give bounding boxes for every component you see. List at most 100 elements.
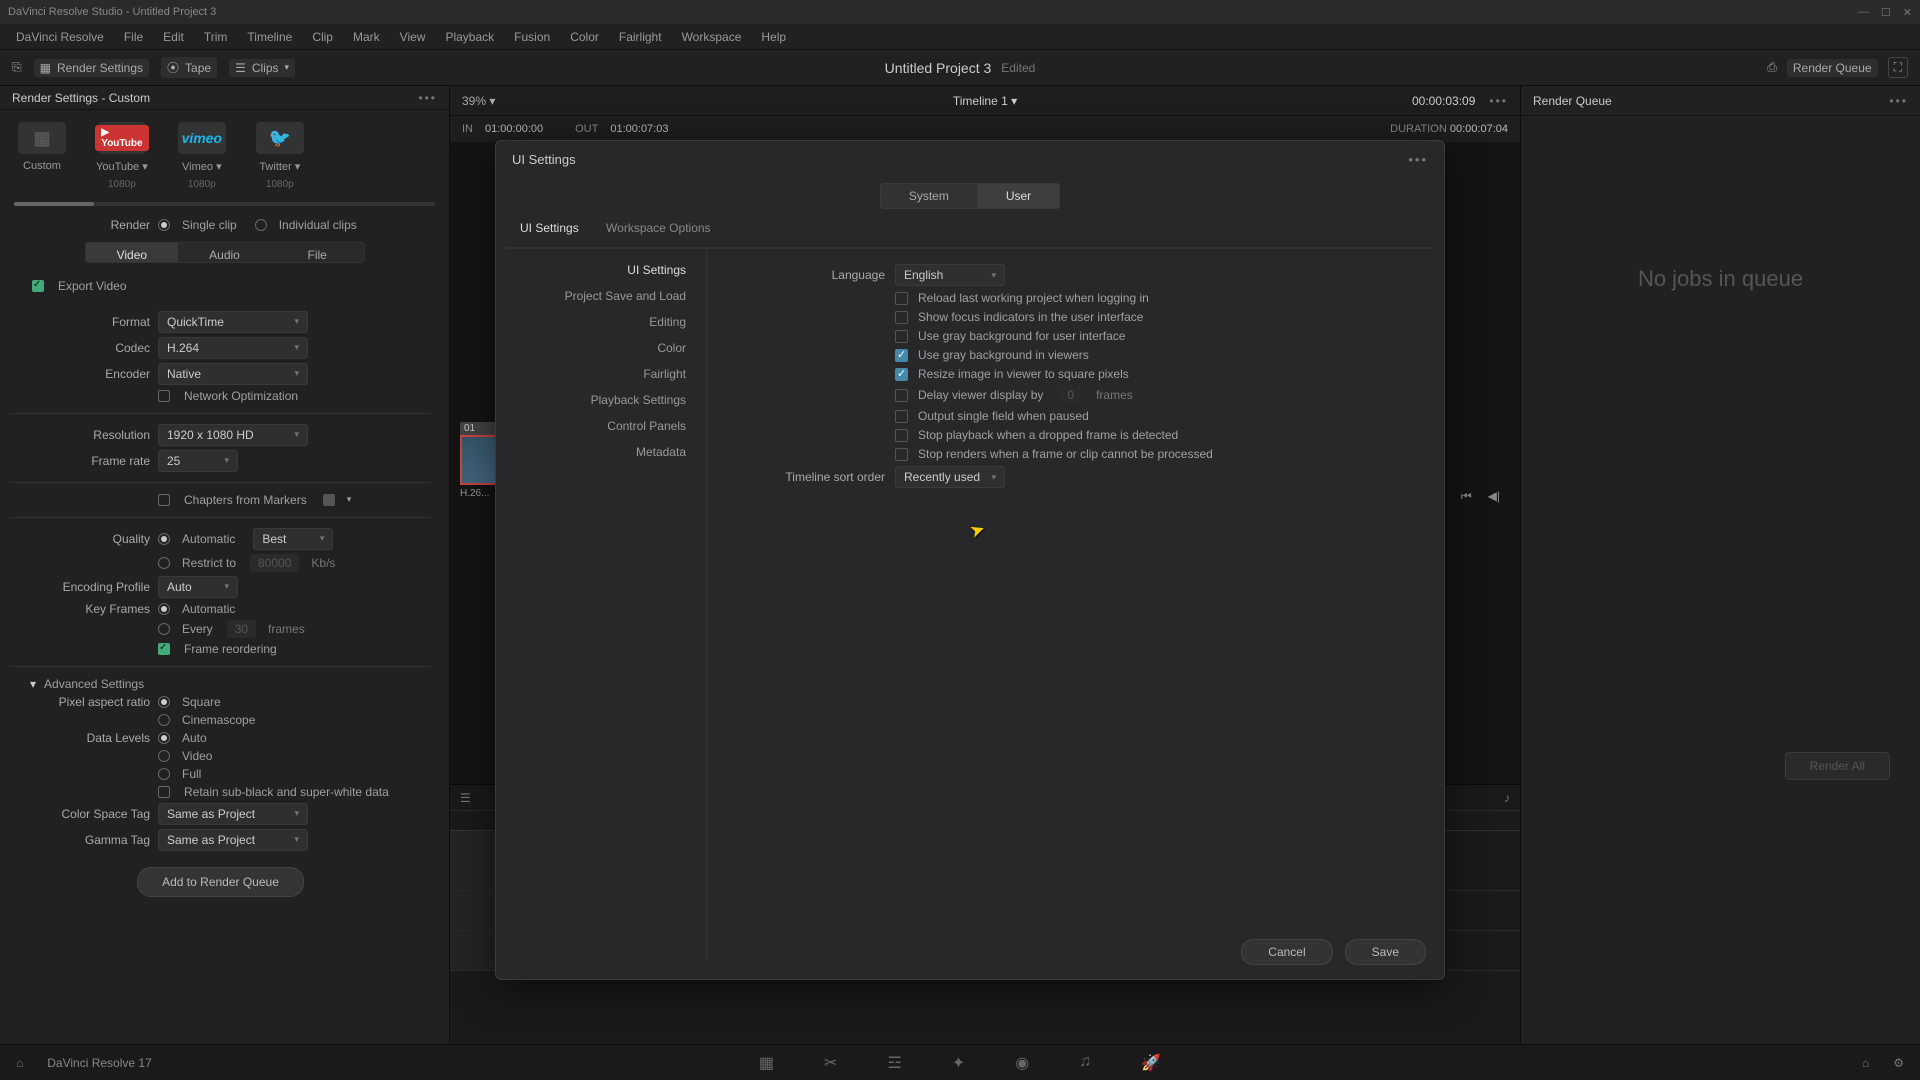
subtab-workspace[interactable]: Workspace Options (606, 219, 711, 243)
page-edit-icon[interactable]: ☲ (887, 1053, 901, 1073)
pref-check-3[interactable] (895, 349, 908, 362)
panel-menu-icon[interactable]: ••• (418, 91, 437, 105)
tab-user[interactable]: User (978, 183, 1060, 209)
tab-video[interactable]: Video (86, 243, 179, 262)
pref-cat-metadata[interactable]: Metadata (518, 439, 694, 465)
pref-check-4[interactable] (895, 368, 908, 381)
prev-clip-icon[interactable]: ⏮ (1461, 489, 1472, 504)
menu-davinci-resolve[interactable]: DaVinci Resolve (8, 28, 112, 46)
page-fairlight-icon[interactable]: ♫ (1079, 1053, 1091, 1073)
menu-playback[interactable]: Playback (437, 28, 502, 46)
preset-twitter[interactable]: 🐦Twitter ▾1080p (256, 122, 304, 190)
dl-auto-radio[interactable] (158, 732, 170, 744)
menu-fairlight[interactable]: Fairlight (611, 28, 670, 46)
pref-check-0[interactable] (895, 292, 908, 305)
par-square-radio[interactable] (158, 696, 170, 708)
pref-check-6[interactable] (895, 410, 908, 423)
home-icon[interactable]: ⌂ (16, 1056, 23, 1070)
subtab-ui-settings[interactable]: UI Settings (520, 219, 579, 243)
quality-auto-radio[interactable] (158, 533, 170, 545)
tab-file[interactable]: File (271, 243, 364, 262)
tab-system[interactable]: System (880, 183, 978, 209)
render-queue-icon[interactable]: ⎙ (1767, 60, 1777, 75)
advanced-toggle[interactable]: Advanced Settings (44, 677, 144, 691)
individual-clips-radio[interactable] (255, 219, 267, 231)
menu-view[interactable]: View (392, 28, 434, 46)
encoder-select[interactable]: Native▾ (158, 363, 308, 385)
menu-clip[interactable]: Clip (304, 28, 341, 46)
retain-check[interactable] (158, 786, 170, 798)
pref-check-2[interactable] (895, 330, 908, 343)
menu-timeline[interactable]: Timeline (239, 28, 300, 46)
dl-video-radio[interactable] (158, 750, 170, 762)
expand-icon[interactable]: ⛶ (1888, 57, 1908, 78)
par-cinema-radio[interactable] (158, 714, 170, 726)
menu-workspace[interactable]: Workspace (674, 28, 750, 46)
pref-cat-fairlight[interactable]: Fairlight (518, 361, 694, 387)
render-all-button[interactable]: Render All (1785, 752, 1890, 780)
timeline-sort-select[interactable]: Recently used▾ (895, 466, 1005, 488)
dialog-menu-icon[interactable]: ••• (1408, 152, 1428, 167)
menu-mark[interactable]: Mark (345, 28, 388, 46)
tab-audio[interactable]: Audio (178, 243, 271, 262)
page-cut-icon[interactable]: ✂ (824, 1053, 837, 1073)
pref-cat-ui-settings[interactable]: UI Settings (518, 257, 694, 283)
keyframes-every-radio[interactable] (158, 623, 170, 635)
clips-button[interactable]: ☰Clips▾ (229, 59, 295, 77)
menu-help[interactable]: Help (753, 28, 794, 46)
chapters-check[interactable] (158, 494, 170, 506)
encoding-profile-select[interactable]: Auto▾ (158, 576, 238, 598)
language-select[interactable]: English▾ (895, 264, 1005, 286)
step-back-icon[interactable]: ◀| (1488, 489, 1500, 504)
codec-select[interactable]: H.264▾ (158, 337, 308, 359)
preset-vimeo[interactable]: vimeoVimeo ▾1080p (178, 122, 226, 190)
resolution-select[interactable]: 1920 x 1080 HD▾ (158, 424, 308, 446)
single-clip-radio[interactable] (158, 219, 170, 231)
window-maximize-icon[interactable]: ☐ (1881, 6, 1891, 19)
preset-scroll[interactable] (14, 202, 435, 205)
preset-custom[interactable]: ▦Custom (18, 122, 66, 172)
export-video-check[interactable] (32, 280, 44, 292)
add-to-queue-button[interactable]: Add to Render Queue (137, 867, 304, 897)
preset-youtube[interactable]: ▶ YouTubeYouTube ▾1080p (96, 122, 148, 190)
zoom-level[interactable]: 39% ▾ (462, 94, 495, 108)
quality-restrict-radio[interactable] (158, 557, 170, 569)
dl-full-radio[interactable] (158, 768, 170, 780)
pref-check-1[interactable] (895, 311, 908, 324)
pref-cat-color[interactable]: Color (518, 335, 694, 361)
quality-select[interactable]: Best▾ (253, 528, 333, 550)
menu-file[interactable]: File (116, 28, 151, 46)
timecode[interactable]: 00:00:03:09 (1412, 94, 1475, 108)
pref-check-7[interactable] (895, 429, 908, 442)
window-close-icon[interactable]: ✕ (1903, 6, 1912, 19)
save-button[interactable]: Save (1345, 939, 1426, 965)
timeline-music-icon[interactable]: ♪ (1504, 791, 1510, 805)
pref-check-8[interactable] (895, 448, 908, 461)
gamma-select[interactable]: Same as Project▾ (158, 829, 308, 851)
menu-fusion[interactable]: Fusion (506, 28, 558, 46)
menu-trim[interactable]: Trim (196, 28, 236, 46)
colorspace-select[interactable]: Same as Project▾ (158, 803, 308, 825)
pref-check-5[interactable] (895, 389, 908, 402)
page-color-icon[interactable]: ◉ (1015, 1053, 1029, 1073)
network-opt-check[interactable] (158, 390, 170, 402)
settings-gear-icon[interactable]: ⚙ (1893, 1056, 1904, 1070)
timeline-tool-icon[interactable]: ☰ (460, 791, 471, 805)
render-settings-button[interactable]: ▦Render Settings (34, 59, 149, 77)
render-queue-button[interactable]: Render Queue (1787, 59, 1878, 77)
pref-cat-editing[interactable]: Editing (518, 309, 694, 335)
timeline-name[interactable]: Timeline 1 ▾ (953, 94, 1017, 108)
tape-button[interactable]: ⦿Tape (161, 57, 217, 78)
menu-edit[interactable]: Edit (155, 28, 192, 46)
pref-cat-project-save-and-load[interactable]: Project Save and Load (518, 283, 694, 309)
window-minimize-icon[interactable]: — (1858, 6, 1869, 19)
viewer-menu-icon[interactable]: ••• (1489, 94, 1508, 108)
queue-menu-icon[interactable]: ••• (1889, 94, 1908, 108)
page-fusion-icon[interactable]: ✦ (952, 1053, 965, 1073)
page-deliver-icon[interactable]: 🚀 (1141, 1053, 1161, 1073)
menu-color[interactable]: Color (562, 28, 607, 46)
keyframes-auto-radio[interactable] (158, 603, 170, 615)
format-select[interactable]: QuickTime▾ (158, 311, 308, 333)
page-media-icon[interactable]: ▦ (759, 1053, 774, 1073)
pref-cat-playback-settings[interactable]: Playback Settings (518, 387, 694, 413)
